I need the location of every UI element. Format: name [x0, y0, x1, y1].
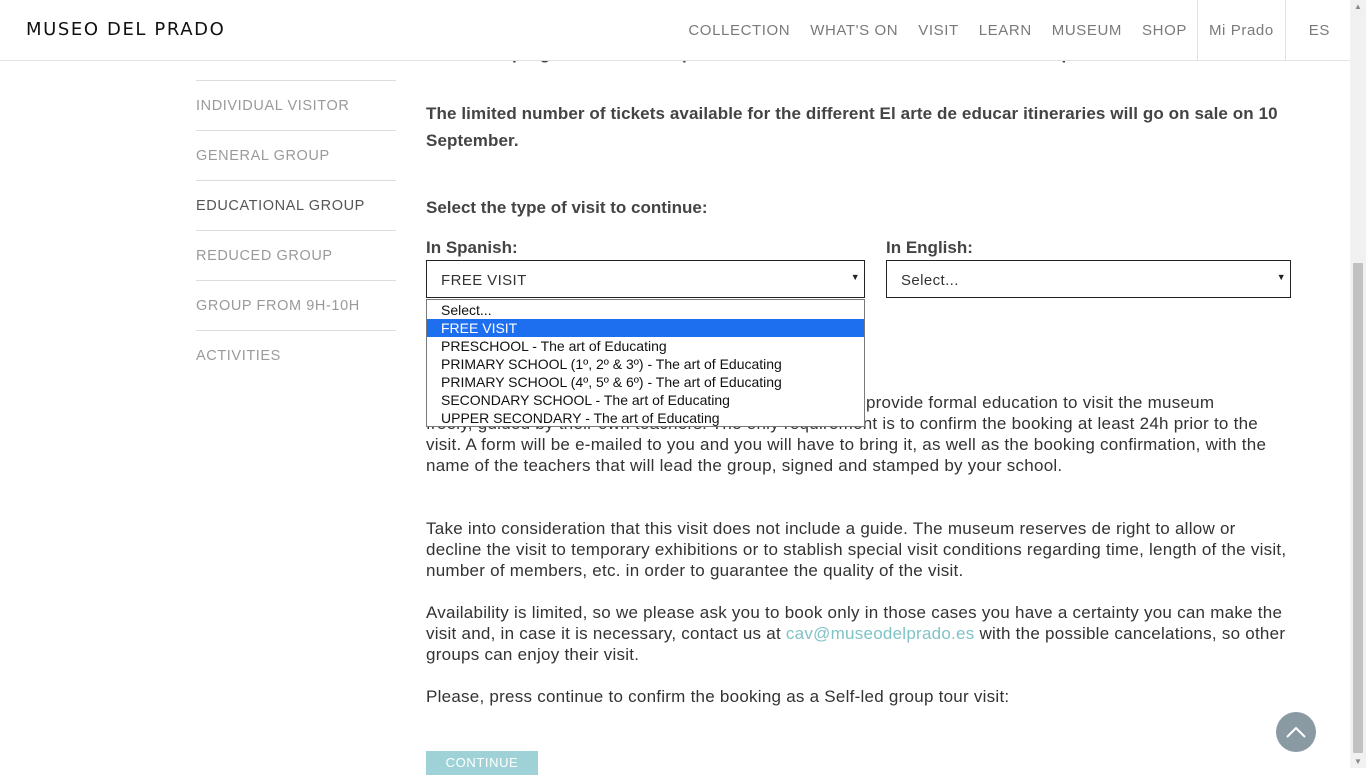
- site-header: MUSEO DEL PRADO COLLECTION WHAT'S ON VIS…: [0, 0, 1350, 61]
- scroll-up-icon[interactable]: ▲: [1354, 2, 1362, 11]
- nav-shop[interactable]: SHOP: [1132, 0, 1197, 60]
- option-primary-1-3[interactable]: PRIMARY SCHOOL (1º, 2º & 3º) - The art o…: [427, 355, 864, 373]
- english-visit-select[interactable]: Select... ▼: [886, 260, 1291, 298]
- nav-collection[interactable]: COLLECTION: [678, 0, 800, 60]
- contact-email-link[interactable]: cav@museodelprado.es: [786, 624, 975, 643]
- museum-logo[interactable]: MUSEO DEL PRADO: [26, 19, 225, 40]
- spanish-visit-select[interactable]: FREE VISIT ▼: [426, 260, 865, 298]
- sidebar-item-activities[interactable]: ACTIVITIES: [196, 330, 396, 380]
- option-free-visit[interactable]: FREE VISIT: [427, 319, 864, 337]
- option-preschool[interactable]: PRESCHOOL - The art of Educating: [427, 337, 864, 355]
- sidebar-item-educational-group[interactable]: EDUCATIONAL GROUP: [196, 180, 396, 230]
- nav-whats-on[interactable]: WHAT'S ON: [800, 0, 908, 60]
- spanish-label: In Spanish:: [426, 238, 518, 257]
- ticket-sale-notice: The limited number of tickets available …: [426, 104, 1278, 150]
- language-switch[interactable]: ES: [1284, 0, 1350, 60]
- english-select-value: Select...: [901, 272, 959, 289]
- visit-type-sidebar: INDIVIDUAL VISITOR GENERAL GROUP EDUCATI…: [196, 80, 396, 380]
- english-label: In English:: [886, 238, 973, 257]
- spanish-select-value: FREE VISIT: [441, 272, 527, 289]
- nav-mi-prado[interactable]: Mi Prado: [1196, 0, 1285, 60]
- scroll-thumb[interactable]: [1353, 263, 1363, 753]
- chevron-up-icon: [1286, 726, 1306, 738]
- continue-button[interactable]: CONTINUE: [426, 751, 538, 775]
- option-upper-secondary[interactable]: UPPER SECONDARY - The art of Educating: [427, 409, 864, 427]
- caret-down-icon: ▼: [850, 272, 860, 282]
- nav-learn[interactable]: LEARN: [969, 0, 1042, 60]
- paragraph-2: Take into consideration that this visit …: [426, 519, 1287, 580]
- nav-museum[interactable]: MUSEUM: [1042, 0, 1132, 60]
- scroll-down-icon[interactable]: ▼: [1354, 757, 1362, 766]
- option-secondary[interactable]: SECONDARY SCHOOL - The art of Educating: [427, 391, 864, 409]
- option-select[interactable]: Select...: [427, 301, 864, 319]
- back-to-top-button[interactable]: [1276, 712, 1316, 752]
- paragraph-4: Please, press continue to confirm the bo…: [426, 687, 1010, 706]
- option-primary-4-6[interactable]: PRIMARY SCHOOL (4º, 5º & 6º) - The art o…: [427, 373, 864, 391]
- nav-visit[interactable]: VISIT: [908, 0, 969, 60]
- sidebar-item-reduced-group[interactable]: REDUCED GROUP: [196, 230, 396, 280]
- caret-down-icon: ▼: [1276, 272, 1286, 282]
- paragraph-1-first-line: t provide formal education to visit the …: [856, 393, 1215, 412]
- paragraph-3: Availability is limited, so we please as…: [426, 602, 1296, 665]
- main-nav: COLLECTION WHAT'S ON VISIT LEARN MUSEUM …: [678, 0, 1350, 60]
- spanish-options-dropdown: Select... FREE VISIT PRESCHOOL - The art…: [426, 299, 865, 427]
- sidebar-item-group-9h-10h[interactable]: GROUP FROM 9H-10H: [196, 280, 396, 330]
- sidebar-item-general-group[interactable]: GENERAL GROUP: [196, 130, 396, 180]
- page-scrollbar[interactable]: ▲ ▼: [1350, 0, 1366, 768]
- select-visit-type-heading: Select the type of visit to continue:: [426, 198, 708, 217]
- sidebar-item-individual-visitor[interactable]: INDIVIDUAL VISITOR: [196, 80, 396, 130]
